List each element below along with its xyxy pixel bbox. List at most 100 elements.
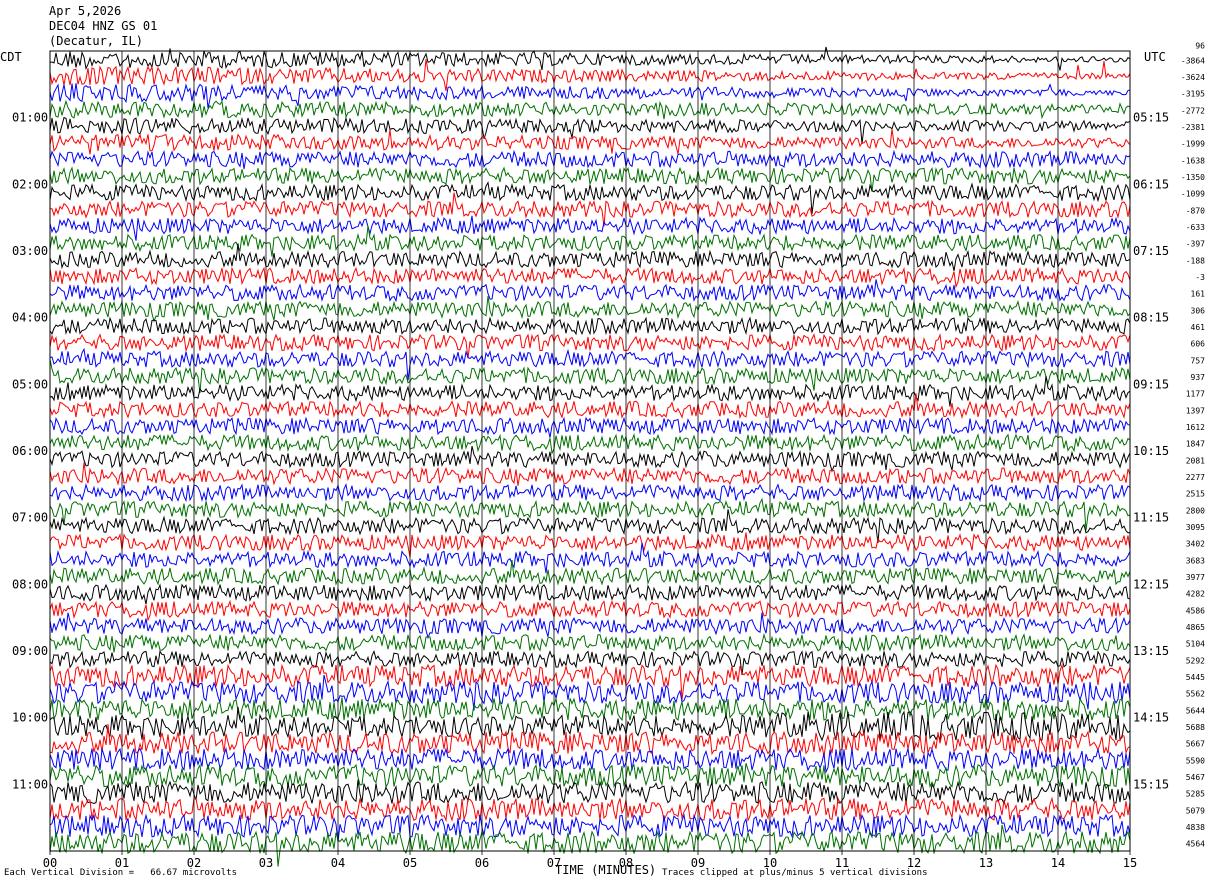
trace-row-10 <box>49 215 1131 241</box>
right-offset-label: -2772 <box>1181 106 1205 115</box>
left-hour-label: 10:00 <box>12 711 48 725</box>
right-offset-label: -3195 <box>1181 90 1205 99</box>
right-hour-label: 06:15 <box>1133 177 1169 191</box>
trace-row-30 <box>49 542 1131 574</box>
right-offset-label: 4865 <box>1186 623 1205 632</box>
right-offset-label: 4564 <box>1186 840 1205 849</box>
right-offset-label: 5644 <box>1186 706 1205 715</box>
helicorder-plot: 00 01 02 03 04 05 06 07 08 09 10 11 12 13 14 1501:00 05:… <box>12 42 1206 870</box>
right-offset-label: 2800 <box>1186 506 1205 515</box>
right-offset-label: 3683 <box>1186 556 1205 565</box>
right-offset-label: 606 <box>1191 340 1206 349</box>
left-hour-label: 08:00 <box>12 577 48 591</box>
right-offset-label: -397 <box>1186 240 1205 249</box>
right-offset-label: 5688 <box>1186 723 1205 732</box>
right-hour-label: 12:15 <box>1133 577 1169 591</box>
left-hour-label: 02:00 <box>12 177 48 191</box>
right-hour-label: 09:15 <box>1133 377 1169 391</box>
right-offset-label: 2277 <box>1186 473 1205 482</box>
right-hour-label: 13:15 <box>1133 644 1169 658</box>
right-offset-label: -3 <box>1195 273 1205 282</box>
right-offset-label: -1638 <box>1181 156 1205 165</box>
right-offset-label: -1099 <box>1181 190 1205 199</box>
trace-group <box>49 46 1131 867</box>
trace-row-38 <box>49 674 1131 711</box>
right-offset-label: 161 <box>1191 290 1206 299</box>
trace-row-13 <box>49 266 1131 289</box>
trace-row-43 <box>49 763 1131 790</box>
right-hour-label: 15:15 <box>1133 777 1169 791</box>
x-tick-label: 15 <box>1123 856 1137 870</box>
trace-row-24 <box>49 445 1131 473</box>
right-offset-label: -1350 <box>1181 173 1205 182</box>
right-offset-label: 5445 <box>1186 673 1205 682</box>
right-offset-label: -2381 <box>1181 123 1205 132</box>
right-offset-label: 5467 <box>1186 773 1205 782</box>
right-offset-label: 5079 <box>1186 806 1205 815</box>
x-tick-label: 03 <box>259 856 273 870</box>
right-offset-label: 2515 <box>1186 490 1205 499</box>
x-tick-label: 04 <box>331 856 345 870</box>
right-hour-label: 05:15 <box>1133 111 1169 125</box>
right-offset-label: 937 <box>1191 373 1206 382</box>
x-axis-title: TIME (MINUTES) <box>555 863 657 877</box>
trace-row-33 <box>49 599 1131 622</box>
right-offset-label: 461 <box>1191 323 1206 332</box>
right-offset-label: -188 <box>1186 256 1205 265</box>
trace-row-8 <box>49 181 1131 214</box>
trace-row-23 <box>49 432 1131 456</box>
trace-row-44 <box>49 779 1131 805</box>
trace-row-39 <box>49 696 1131 722</box>
right-offset-label: -870 <box>1186 206 1205 215</box>
trace-row-29 <box>49 532 1131 558</box>
trace-row-2 <box>49 83 1131 109</box>
trace-row-35 <box>49 632 1131 653</box>
left-hour-label: 03:00 <box>12 244 48 258</box>
trace-row-5 <box>49 128 1131 155</box>
right-offset-label: -3864 <box>1181 56 1205 65</box>
right-offset-label: 4586 <box>1186 606 1205 615</box>
right-offset-label: 5104 <box>1186 640 1205 649</box>
left-hour-label: 07:00 <box>12 511 48 525</box>
clip-note: Traces clipped at plus/minus 5 vertical … <box>662 868 928 878</box>
left-hour-label: 04:00 <box>12 311 48 325</box>
right-hour-label: 07:15 <box>1133 244 1169 258</box>
right-offset-label: 5285 <box>1186 790 1205 799</box>
right-offset-label: -3624 <box>1181 73 1205 82</box>
x-tick-label: 14 <box>1051 856 1065 870</box>
right-offset-label: 2081 <box>1186 456 1205 465</box>
right-offset-label: 3402 <box>1186 540 1205 549</box>
left-hour-label: 05:00 <box>12 377 48 391</box>
x-tick-label: 05 <box>403 856 417 870</box>
right-offset-label: -1999 <box>1181 140 1205 149</box>
trace-row-16 <box>49 316 1131 336</box>
right-offset-label: 757 <box>1191 356 1206 365</box>
trace-row-0 <box>49 46 1131 71</box>
trace-row-1 <box>49 59 1131 91</box>
left-hour-label: 11:00 <box>12 777 48 791</box>
trace-row-19 <box>49 359 1131 394</box>
right-offset-label: 5562 <box>1186 690 1205 699</box>
trace-row-28 <box>49 509 1131 544</box>
right-offset-label: 4838 <box>1186 823 1205 832</box>
right-offset-label: -633 <box>1186 223 1205 232</box>
trace-row-14 <box>49 279 1131 303</box>
right-offset-label: 1177 <box>1186 390 1205 399</box>
right-offset-label: 3977 <box>1186 573 1205 582</box>
x-tick-label: 13 <box>979 856 993 870</box>
right-offset-label: 4282 <box>1186 590 1205 599</box>
right-offset-label: 5667 <box>1186 740 1205 749</box>
trace-row-25 <box>49 462 1131 486</box>
right-offset-label: 3095 <box>1186 523 1205 532</box>
trace-row-17 <box>49 332 1131 359</box>
x-tick-label: 06 <box>475 856 489 870</box>
right-hour-label: 11:15 <box>1133 511 1169 525</box>
left-hour-label: 09:00 <box>12 644 48 658</box>
right-offset-label: 96 <box>1195 42 1205 51</box>
right-hour-label: 14:15 <box>1133 711 1169 725</box>
right-hour-label: 08:15 <box>1133 311 1169 325</box>
right-offset-label: 1847 <box>1186 440 1205 449</box>
trace-row-36 <box>49 649 1131 676</box>
right-offset-label: 5292 <box>1186 656 1205 665</box>
trace-row-3 <box>49 99 1131 120</box>
